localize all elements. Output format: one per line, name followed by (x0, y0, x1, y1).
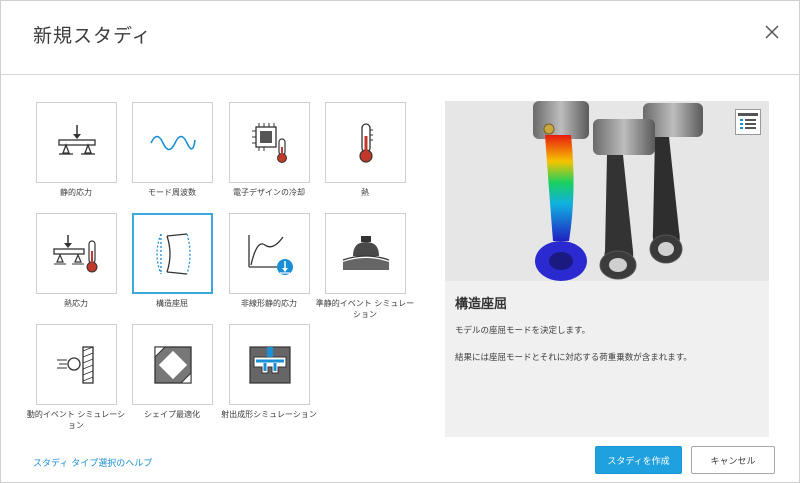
study-label: 静的応力 (60, 188, 92, 197)
injection-molding-icon (248, 345, 291, 384)
quasi-static-event-icon (342, 235, 389, 270)
study-tile-static-stress[interactable] (36, 102, 117, 183)
structural-buckling-icon (155, 232, 191, 275)
study-label: 電子デザインの冷却 (233, 188, 305, 197)
study-label: 熱応力 (64, 299, 88, 308)
legend-icon[interactable] (735, 109, 761, 135)
study-preview-panel: 構造座屈 モデルの座屈モードを決定します。 結果には座屈モードとそれに対応する荷… (445, 101, 769, 437)
study-type-help-link[interactable]: スタディ タイプ選択のヘルプ (33, 456, 152, 469)
static-stress-icon (57, 124, 96, 155)
study-tile-injection-molding[interactable] (229, 324, 310, 405)
study-tile-shape-optimization[interactable] (132, 324, 213, 405)
preview-title: 構造座屈 (455, 297, 508, 312)
preview-description-results: 結果には座屈モードとそれに対応する荷重乗数が含まれます。 (455, 353, 692, 363)
modal-frequency-icon (149, 135, 196, 150)
electronics-cooling-icon (251, 122, 287, 163)
shape-optimization-icon (153, 345, 192, 384)
create-study-button[interactable]: スタディを作成 (595, 446, 682, 474)
dialog-title: 新規スタディ (33, 25, 152, 47)
header-divider (1, 74, 800, 75)
study-label: 熱 (361, 188, 369, 197)
study-label: シェイプ最適化 (144, 410, 200, 419)
preview-description: モデルの座屈モードを決定します。 (455, 326, 591, 336)
study-label: 準静的イベント シミュレーション (315, 299, 415, 319)
study-tile-nonlinear-static-stress[interactable] (229, 213, 310, 294)
study-tile-modal-frequency[interactable] (132, 102, 213, 183)
thermal-stress-icon (52, 234, 97, 272)
nonlinear-static-stress-icon (247, 234, 293, 275)
study-tile-thermal[interactable] (325, 102, 406, 183)
close-icon[interactable] (761, 21, 783, 43)
study-label: 非線形静的応力 (241, 299, 297, 308)
study-tile-electronics-cooling[interactable] (229, 102, 310, 183)
study-tile-structural-buckling[interactable] (132, 213, 213, 294)
new-study-dialog: 新規スタディ 静的応力 モード周波数 電子デザインの冷却 熱 熱応力 構造座屈 … (0, 0, 800, 483)
study-tile-quasi-static-event[interactable] (325, 213, 406, 294)
thermometer-icon (358, 122, 373, 163)
dynamic-event-icon (56, 345, 94, 384)
buckling-preview-image (445, 101, 769, 281)
study-label: 射出成形シミュレーション (221, 410, 317, 419)
study-tile-thermal-stress[interactable] (36, 213, 117, 294)
cancel-button[interactable]: キャンセル (691, 446, 775, 474)
study-label: 動的イベント シミュレーション (26, 410, 126, 430)
study-label: 構造座屈 (156, 299, 188, 308)
study-tile-dynamic-event[interactable] (36, 324, 117, 405)
study-label: モード周波数 (148, 188, 196, 197)
